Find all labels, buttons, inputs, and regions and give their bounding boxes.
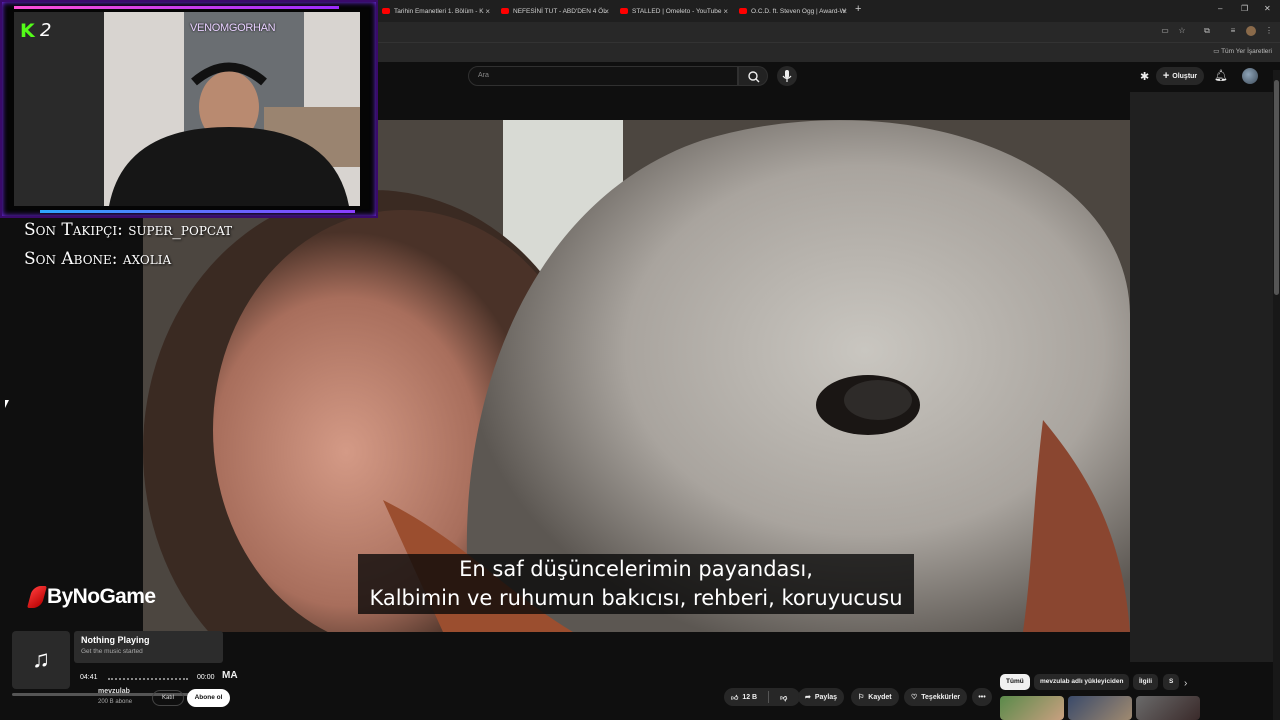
bookmark-star-icon[interactable]: ☆ bbox=[1177, 26, 1187, 36]
scrollbar-thumb[interactable] bbox=[1274, 80, 1279, 295]
plus-icon: + bbox=[1162, 70, 1170, 82]
close-tab-icon[interactable]: × bbox=[842, 7, 847, 16]
browser-tab[interactable]: O.C.D. ft. Steven Ogg | Award-W × bbox=[739, 2, 847, 20]
music-title: Nothing Playing bbox=[81, 635, 150, 645]
new-tab-button[interactable]: + bbox=[855, 3, 861, 15]
address-bar[interactable] bbox=[378, 22, 1280, 42]
video-subtitles: En saf düşüncelerimin payandası, Kalbimi… bbox=[358, 554, 914, 614]
mouse-cursor-icon bbox=[5, 400, 9, 408]
kick-logo-icon: K bbox=[20, 20, 35, 42]
notifications-bell-icon[interactable]: 🔔︎ bbox=[1214, 69, 1228, 82]
music-info-panel: Nothing Playing Get the music started bbox=[74, 631, 223, 663]
webcam-feed bbox=[14, 12, 360, 206]
overlay-accent-line bbox=[14, 6, 339, 9]
overlay-accent-line bbox=[40, 210, 355, 213]
chip-truncated[interactable]: S bbox=[1163, 674, 1179, 690]
streamer-name: VENOMGORHAN bbox=[190, 22, 276, 34]
tab-title: STALLED | Omeleto - YouTube bbox=[632, 7, 722, 15]
last-follower-text: Son Takipçi: super_popcat bbox=[24, 220, 233, 240]
chevron-right-icon[interactable]: › bbox=[1184, 678, 1187, 689]
chip-from-uploader[interactable]: mevzulab adlı yükleyiciden bbox=[1034, 674, 1130, 690]
like-button[interactable]: 👍︎ 12 B bbox=[724, 688, 764, 706]
install-app-icon[interactable]: ▭ bbox=[1160, 26, 1170, 36]
all-bookmarks-link[interactable]: ▭ Tüm Yer İşaretleri bbox=[1213, 47, 1272, 55]
bynogame-logo-icon bbox=[27, 586, 47, 608]
sponsor-logo: ByNoGame bbox=[27, 585, 156, 609]
subscribe-button[interactable]: Abone ol bbox=[187, 689, 230, 707]
chip-all[interactable]: Tümü bbox=[1000, 674, 1030, 690]
channel-name[interactable]: mevzulab bbox=[98, 688, 130, 695]
microphone-icon bbox=[782, 70, 792, 82]
music-elapsed-time: 04:41 bbox=[80, 674, 98, 681]
recommended-thumbnail[interactable] bbox=[1136, 696, 1200, 720]
divider bbox=[768, 691, 770, 703]
browser-tab[interactable]: Tarihin Emanetleri 1. Bölüm - K × bbox=[382, 2, 490, 20]
create-button[interactable]: + Oluştur bbox=[1156, 67, 1204, 85]
subtitle-line: Kalbimin ve ruhumun bakıcısı, rehberi, k… bbox=[369, 586, 903, 610]
close-tab-icon[interactable]: × bbox=[485, 7, 490, 16]
youtube-favicon-icon bbox=[620, 8, 628, 14]
media-controls-icon[interactable]: ≡ bbox=[1228, 26, 1238, 36]
account-avatar[interactable] bbox=[1242, 68, 1258, 84]
music-total-time: 00:00 bbox=[197, 674, 215, 681]
share-arrow-icon: ➦ bbox=[805, 694, 811, 701]
join-button[interactable]: Katıl bbox=[152, 690, 184, 706]
like-dislike-group: 👍︎ 12 B 👎︎ bbox=[724, 688, 800, 706]
folder-icon: ▭ bbox=[1213, 48, 1222, 55]
profile-avatar-icon[interactable] bbox=[1246, 26, 1256, 36]
search-icon bbox=[748, 71, 760, 83]
subtitle-line: En saf düşüncelerimin payandası, bbox=[459, 557, 813, 581]
minimize-icon[interactable]: – bbox=[1218, 4, 1222, 13]
music-note-icon: ♫ bbox=[12, 631, 70, 689]
close-tab-icon[interactable]: × bbox=[723, 7, 728, 16]
music-subtitle: Get the music started bbox=[81, 648, 143, 655]
bookmark-icon: ⚐ bbox=[858, 694, 865, 701]
more-actions-button[interactable]: ••• bbox=[972, 688, 992, 706]
voice-search-button[interactable] bbox=[777, 66, 797, 86]
close-tab-icon[interactable]: × bbox=[604, 7, 609, 16]
youtube-favicon-icon bbox=[382, 8, 390, 14]
webcam-image bbox=[14, 12, 360, 206]
more-horizontal-icon: ••• bbox=[978, 693, 986, 701]
browser-tab[interactable]: STALLED | Omeleto - YouTube × bbox=[620, 2, 728, 20]
search-input[interactable]: Ara bbox=[468, 66, 738, 86]
share-button[interactable]: ➦ Paylaş bbox=[798, 688, 845, 706]
recommended-thumbnail[interactable] bbox=[1068, 696, 1132, 720]
cast-icon[interactable]: ✱ bbox=[1140, 70, 1149, 83]
save-button[interactable]: ⚐ Kaydet bbox=[851, 688, 899, 706]
tab-title: Tarihin Emanetleri 1. Bölüm - K bbox=[394, 7, 484, 15]
dislike-button[interactable]: 👎︎ bbox=[773, 688, 794, 706]
close-window-icon[interactable]: ✕ bbox=[1264, 4, 1271, 13]
channel-subscriber-count: 200 B abone bbox=[98, 699, 133, 705]
chip-related[interactable]: İlgili bbox=[1133, 674, 1158, 690]
thumbs-down-icon: 👎︎ bbox=[780, 694, 788, 702]
bookmarks-bar: ▭ Tüm Yer İşaretleri bbox=[378, 42, 1280, 62]
kick-counter: 2 bbox=[40, 20, 52, 41]
browser-menu-icon[interactable]: ⋮ bbox=[1264, 26, 1274, 36]
video-title: MA bbox=[222, 670, 238, 681]
extensions-icon[interactable]: ⧉ bbox=[1202, 26, 1212, 36]
browser-tab[interactable]: NEFESİNİ TUT - ABD'DEN 4 ÖL × bbox=[501, 2, 609, 20]
thumbs-up-icon: 👍︎ bbox=[731, 694, 739, 702]
music-progress-dots bbox=[108, 678, 188, 680]
secondary-column bbox=[1130, 92, 1273, 662]
recommended-thumbnail[interactable] bbox=[1000, 696, 1064, 720]
youtube-favicon-icon bbox=[739, 8, 747, 14]
maximize-icon[interactable]: ❐ bbox=[1241, 4, 1248, 13]
search-button[interactable] bbox=[738, 66, 768, 86]
youtube-favicon-icon bbox=[501, 8, 509, 14]
super-thanks-icon: ♡ bbox=[911, 694, 918, 701]
last-subscriber-text: Son Abone: axolia bbox=[24, 249, 172, 269]
tab-title: O.C.D. ft. Steven Ogg | Award-W bbox=[751, 7, 846, 15]
thanks-button[interactable]: ♡ Teşekkürler bbox=[904, 688, 968, 706]
tab-title: NEFESİNİ TUT - ABD'DEN 4 ÖL bbox=[513, 7, 607, 15]
